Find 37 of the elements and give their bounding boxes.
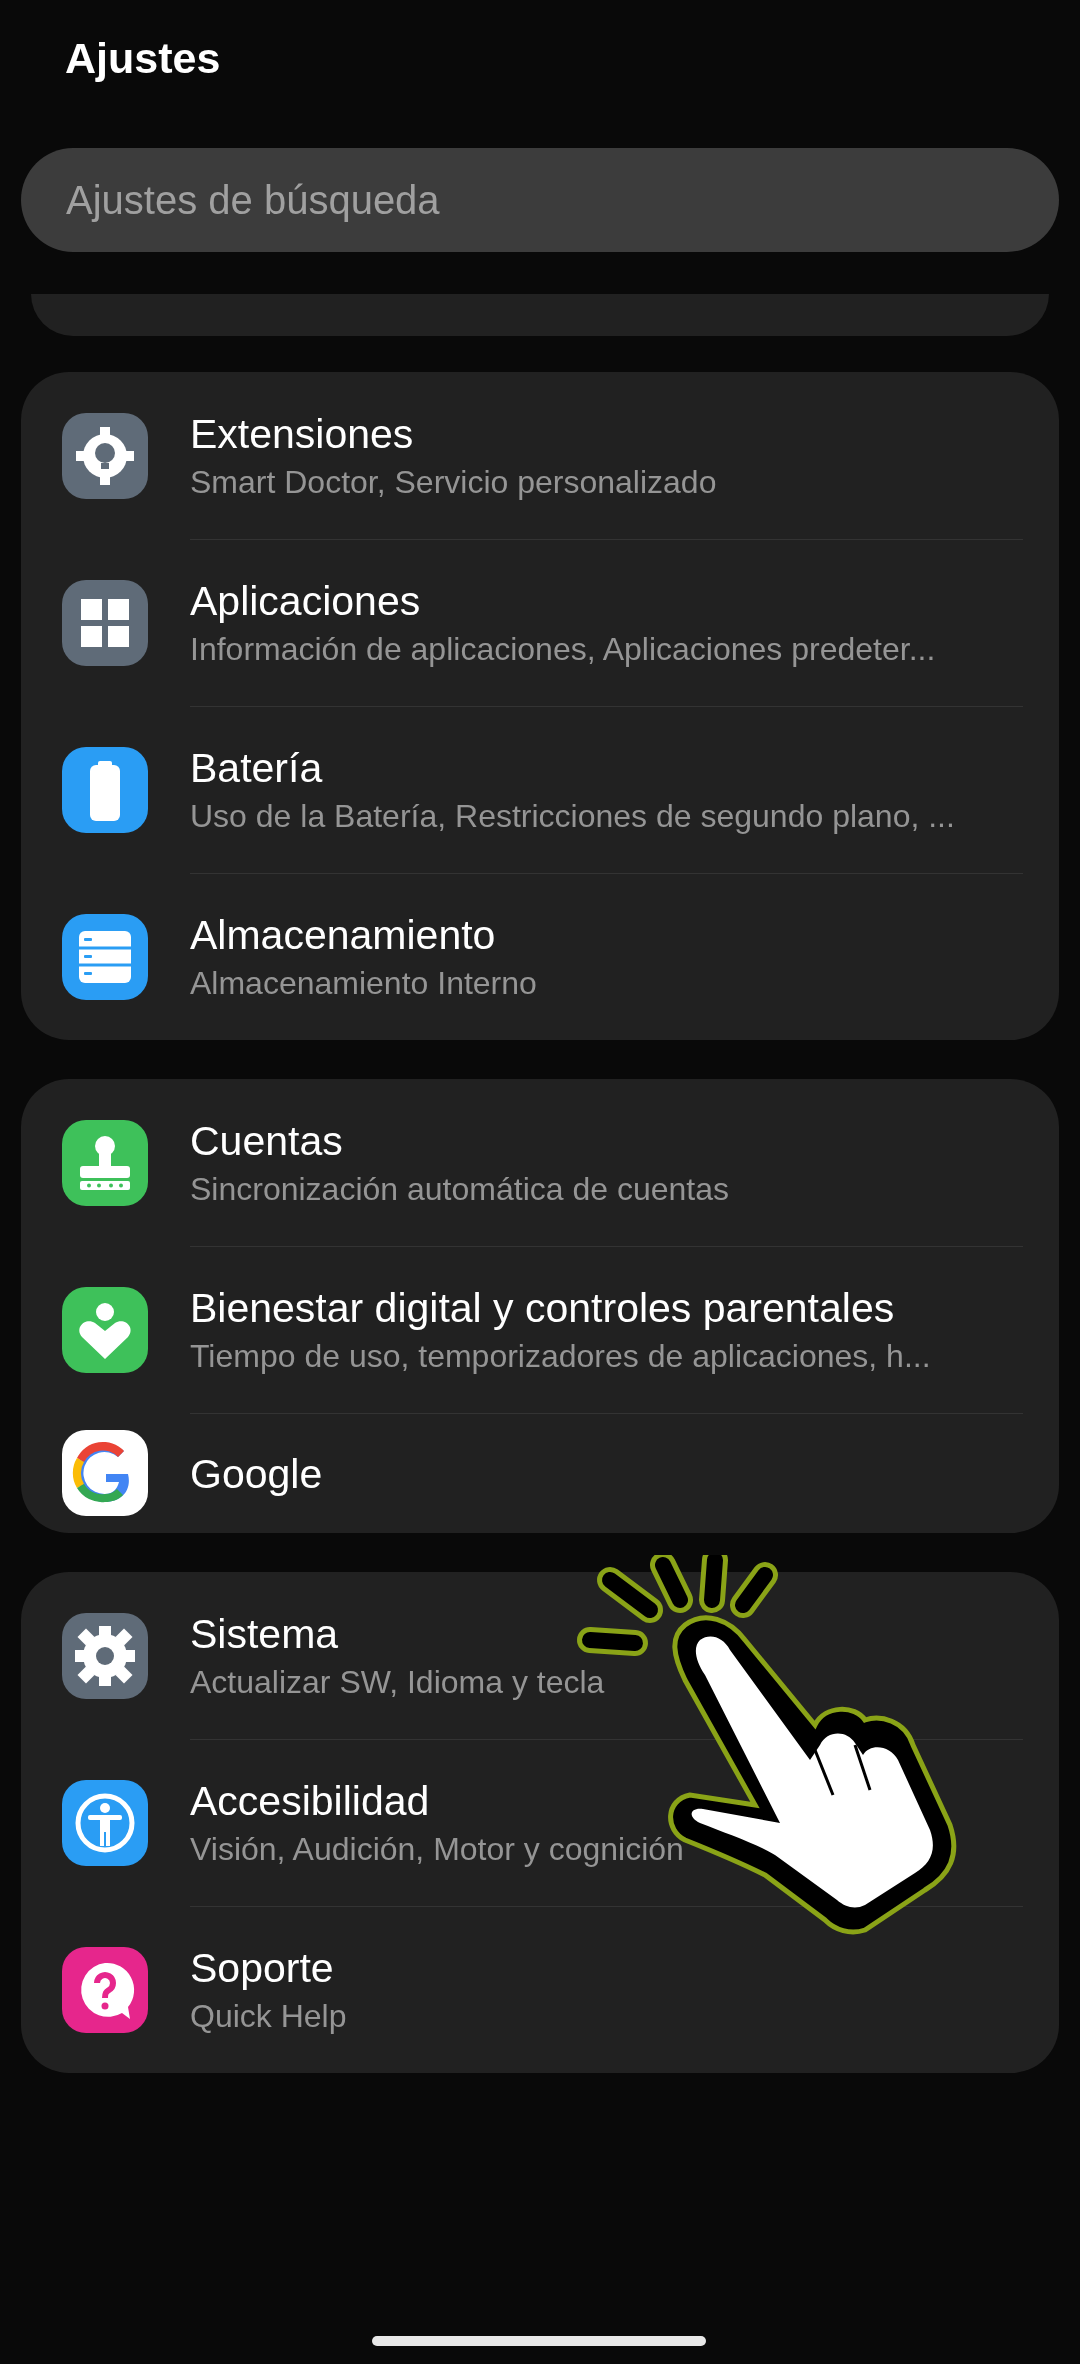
- question-bubble-icon: [62, 1946, 148, 2033]
- item-title: Batería: [190, 744, 324, 793]
- settings-item[interactable]: Almacenamiento Almacenamiento Interno: [21, 873, 1059, 1040]
- settings-icon: [62, 1612, 148, 1699]
- item-subtitle: Smart Doctor, Servicio personalizado: [190, 462, 718, 502]
- settings-item[interactable]: Cuentas Sincronización automática de cuentas: [21, 1079, 1059, 1246]
- settings-item[interactable]: Bienestar digital y controles parentales Tiempo de uso, temporizadores de aplicaciones, h...: [21, 1246, 1059, 1413]
- item-subtitle: Uso de la Batería, Restricciones de segundo plano, ...: [190, 797, 956, 836]
- settings-item[interactable]: Aplicaciones Información de aplicaciones, Aplicaciones predeter...: [21, 539, 1059, 706]
- item-subtitle: Sincronización automática de cuentas: [190, 1169, 730, 1209]
- item-title: Google: [190, 1449, 324, 1499]
- item-subtitle: Información de aplicaciones, Aplicaciones predeter...: [190, 630, 937, 669]
- settings-item[interactable]: Sistema Actualizar SW, Idioma y tecla: [21, 1572, 1059, 1739]
- item-subtitle: Almacenamiento Interno: [190, 964, 538, 1003]
- search-field[interactable]: Ajustes de búsqueda: [21, 148, 1059, 252]
- settings-item[interactable]: Extensiones Smart Doctor, Servicio personalizado: [21, 372, 1059, 539]
- item-subtitle: Actualizar SW, Idioma y tecla: [190, 1662, 606, 1702]
- grid-icon: [62, 579, 148, 666]
- item-title: Cuentas: [190, 1116, 344, 1166]
- page-title: Ajustes: [64, 33, 222, 84]
- storage-icon: [62, 913, 148, 1000]
- item-title: Accesibilidad: [190, 1777, 431, 1826]
- settings-item[interactable]: Batería Uso de la Batería, Restricciones de segundo plano, ...: [21, 706, 1059, 873]
- item-title: Bienestar digital y controles parentales: [190, 1284, 896, 1333]
- settings-item[interactable]: Google: [21, 1413, 1059, 1533]
- item-subtitle: Quick Help: [190, 1997, 348, 2036]
- item-title: Extensiones: [190, 409, 415, 459]
- item-title: Aplicaciones: [190, 577, 422, 626]
- item-title: Soporte: [190, 1944, 335, 1993]
- battery-icon: [62, 746, 148, 833]
- item-subtitle: Tiempo de uso, temporizadores de aplicaciones, h...: [190, 1337, 932, 1376]
- google-logo-icon: [62, 1430, 148, 1516]
- stamp-icon: [62, 1119, 148, 1206]
- item-subtitle: Visión, Audición, Motor y cognición: [190, 1830, 685, 1869]
- item-title: Sistema: [190, 1609, 340, 1659]
- accessibility-icon: [62, 1779, 148, 1866]
- item-title: Almacenamiento: [190, 911, 497, 960]
